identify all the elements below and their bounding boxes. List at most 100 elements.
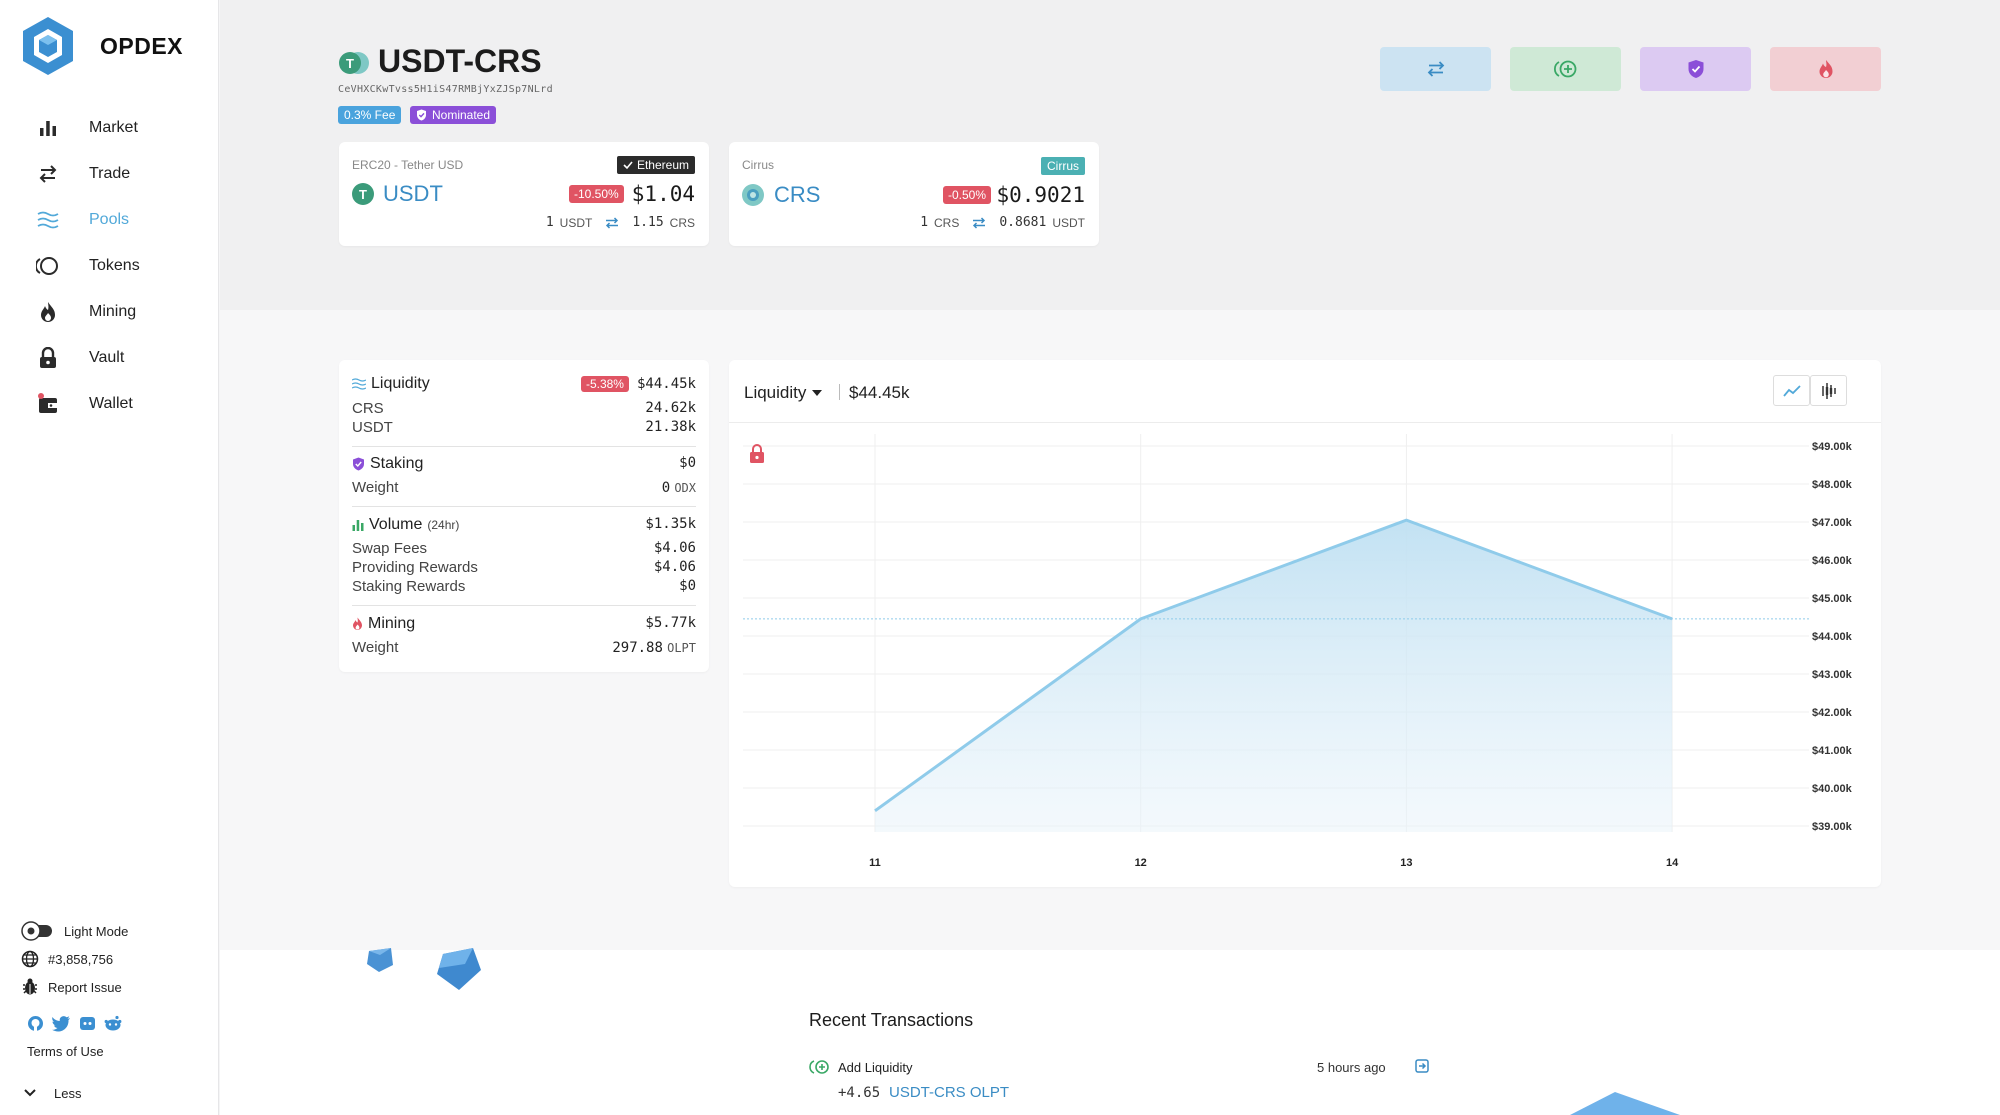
providing-rewards-row: Providing Rewards $4.06	[352, 559, 696, 576]
swap-fees-value: $4.06	[653, 540, 696, 556]
volume-period: (24hr)	[427, 518, 460, 532]
token-card-usdt[interactable]: ERC20 - Tether USD Ethereum T USDT -10.5…	[339, 142, 709, 246]
pool-address[interactable]: CeVHXCKwTvss5H1iS47RMBjYxZJSp7NLrd	[338, 84, 553, 95]
nominated-label: Nominated	[432, 108, 491, 122]
add-liquidity-button[interactable]	[1510, 47, 1621, 91]
volume-value: $1.35k	[645, 516, 696, 532]
usdt-token-icon: T	[352, 183, 374, 210]
shield-check-icon	[417, 109, 426, 121]
external-link-icon[interactable]	[1415, 1059, 1429, 1078]
token-rate: 1 USDT 1.15 CRS	[546, 215, 695, 230]
lock-icon	[36, 346, 60, 370]
token-subtitle: Cirrus	[742, 158, 774, 172]
opdex-logo-icon	[23, 17, 73, 75]
rate-left-value: 1	[920, 215, 929, 230]
block-number[interactable]: #3,858,756	[20, 949, 113, 969]
report-issue-link[interactable]: Report Issue	[20, 977, 122, 997]
liquidity-value: $44.45k	[636, 376, 696, 392]
sidebar-item-wallet[interactable]: Wallet	[0, 384, 219, 424]
rate-left-unit: CRS	[934, 215, 960, 230]
fee-badge: 0.3% Fee	[338, 106, 402, 124]
sidebar-item-trade[interactable]: Trade	[0, 154, 219, 194]
volume-label: Volume	[369, 516, 423, 533]
shield-check-icon	[1688, 60, 1703, 78]
x-tick-label: 14	[1666, 857, 1679, 869]
swap-button[interactable]	[1380, 47, 1491, 91]
less-toggle[interactable]: Less	[20, 1083, 81, 1103]
staking-weight-label: Weight	[352, 479, 399, 496]
theme-toggle[interactable]: Light Mode	[20, 921, 128, 941]
swap-icon	[1427, 61, 1444, 77]
liquidity-change-badge: -5.38%	[580, 376, 629, 392]
terms-label: Terms of Use	[27, 1044, 104, 1059]
token-price: $1.04	[631, 182, 695, 206]
sidebar-item-mining[interactable]: Mining	[0, 292, 219, 332]
sidebar-item-market[interactable]: Market	[0, 108, 219, 148]
mining-row: Mining $5.77k	[352, 615, 696, 633]
flame-icon	[1819, 60, 1832, 78]
rate-left-value: 1	[545, 215, 554, 230]
nominated-badge: Nominated	[410, 106, 497, 124]
chain-label: Ethereum	[636, 158, 689, 172]
waves-icon	[352, 378, 366, 390]
recent-transactions-title: Recent Transactions	[809, 1010, 974, 1030]
reserve-usdt-row: USDT 21.38k	[352, 419, 696, 436]
x-tick-label: 11	[869, 857, 881, 869]
providing-rewards-label: Providing Rewards	[352, 559, 478, 576]
x-tick-label: 13	[1400, 857, 1412, 869]
svg-text:T: T	[346, 56, 354, 71]
stake-button[interactable]	[1640, 47, 1751, 91]
globe-icon	[20, 949, 40, 969]
sidebar-item-label: Market	[89, 119, 138, 136]
page-title: USDT-CRS	[378, 43, 542, 79]
sidebar-item-label: Tokens	[89, 257, 140, 274]
swap-icon	[606, 216, 619, 229]
transaction-item[interactable]: Add Liquidity +4.65 USDT-CRS OLPT 5 hour…	[809, 1058, 1639, 1108]
mining-weight-row: Weight 297.88 OLPT	[352, 639, 696, 656]
terms-link[interactable]: Terms of Use	[27, 1044, 104, 1059]
social-links	[27, 1015, 122, 1037]
sidebar-item-tokens[interactable]: Tokens	[0, 246, 219, 286]
reddit-icon[interactable]	[104, 1015, 122, 1037]
chain-badge-ethereum: Ethereum	[616, 156, 695, 174]
reserve-crs-label: CRS	[352, 400, 384, 417]
rate-right-value: 1.15	[632, 215, 664, 230]
add-liquidity-icon	[1553, 60, 1576, 78]
wallet-icon	[36, 392, 60, 416]
opdex-logo[interactable]	[20, 15, 76, 77]
transaction-time: 5 hours ago	[1317, 1060, 1386, 1075]
price-change-badge: -10.50%	[569, 185, 624, 203]
x-tick-label: 12	[1135, 857, 1147, 869]
twitter-icon[interactable]	[52, 1015, 71, 1037]
github-icon[interactable]	[27, 1015, 44, 1037]
swap-icon	[36, 162, 60, 186]
rate-right-value: 0.8681	[999, 215, 1047, 230]
staking-rewards-label: Staking Rewards	[352, 578, 466, 595]
staking-rewards-row: Staking Rewards $0	[352, 578, 696, 595]
reserve-crs-row: CRS 24.62k	[352, 400, 696, 417]
y-tick-label: $49.00k	[1812, 441, 1853, 453]
y-tick-label: $43.00k	[1812, 669, 1853, 681]
less-label: Less	[54, 1085, 82, 1101]
staking-rewards-value: $0	[679, 578, 696, 594]
sidebar-item-vault[interactable]: Vault	[0, 338, 219, 378]
mining-weight-unit: OLPT	[667, 641, 696, 655]
swap-fees-row: Swap Fees $4.06	[352, 540, 696, 557]
y-tick-label: $42.00k	[1812, 707, 1853, 719]
sidebar-item-pools[interactable]: Pools	[0, 200, 219, 240]
discord-icon[interactable]	[79, 1015, 96, 1037]
mine-button[interactable]	[1770, 47, 1881, 91]
volume-row: Volume (24hr) $1.35k	[352, 516, 696, 534]
staking-weight-row: Weight 0 ODX	[352, 479, 696, 496]
token-card-crs[interactable]: Cirrus Cirrus CRS -0.50% $0.9021 1 CRS 0…	[729, 142, 1099, 246]
decorative-cube	[437, 948, 481, 990]
sidebar-item-label: Trade	[89, 165, 131, 182]
block-label: #3,858,756	[48, 951, 114, 967]
staking-weight-unit: ODX	[674, 481, 696, 495]
price-change-badge: -0.50%	[943, 186, 992, 204]
y-tick-label: $40.00k	[1812, 783, 1853, 795]
rate-right-unit: CRS	[669, 215, 695, 230]
report-label: Report Issue	[48, 979, 122, 995]
transaction-token[interactable]: USDT-CRS OLPT	[889, 1084, 1009, 1101]
staking-weight-value: 0	[661, 480, 671, 496]
